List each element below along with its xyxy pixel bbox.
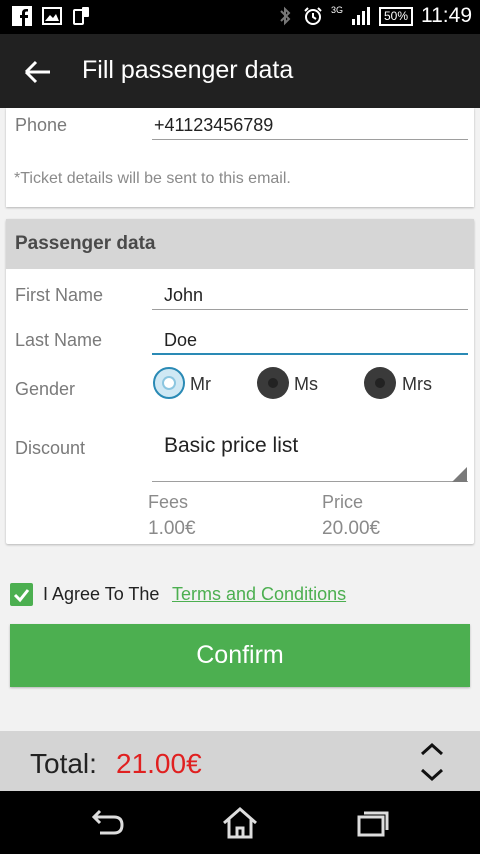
discount-select-underline xyxy=(152,481,468,482)
bluetooth-icon xyxy=(280,6,291,26)
network-type: 3G xyxy=(330,5,343,15)
confirm-button[interactable]: Confirm xyxy=(10,624,470,687)
gender-radio-mrs[interactable] xyxy=(364,367,396,399)
expand-collapse-button[interactable] xyxy=(410,740,454,784)
app-bar: Fill passenger data xyxy=(0,34,480,108)
image-icon xyxy=(42,7,62,25)
nav-recents-button[interactable] xyxy=(351,805,395,841)
price-label: Price xyxy=(322,492,364,512)
discount-select[interactable]: Basic price list xyxy=(164,434,298,458)
gender-radio-mr[interactable] xyxy=(153,367,185,399)
phone-sync-icon xyxy=(73,7,89,25)
total-bar: Total: 21.00€ xyxy=(0,731,480,791)
phone-field-underline xyxy=(152,139,468,140)
gender-label-mr: Mr xyxy=(190,374,211,394)
signal-icon xyxy=(351,7,370,25)
first-name-field[interactable]: John xyxy=(164,285,203,306)
first-name-underline xyxy=(152,309,468,310)
arrow-left-icon xyxy=(24,60,50,84)
back-button[interactable] xyxy=(18,54,58,90)
section-title: Passenger data xyxy=(15,233,156,254)
system-nav-bar xyxy=(0,791,480,854)
dropdown-triangle-icon xyxy=(452,467,467,482)
nav-back-button[interactable] xyxy=(86,805,130,841)
first-name-label: First Name xyxy=(15,285,104,305)
phone-label: Phone xyxy=(15,115,68,135)
last-name-field[interactable]: Doe xyxy=(164,330,197,351)
page-title: Fill passenger data xyxy=(82,56,294,84)
price-value: 20.00€ xyxy=(322,518,381,539)
gender-label-ms: Ms xyxy=(294,374,318,394)
facebook-icon xyxy=(12,6,32,26)
home-icon xyxy=(223,807,257,839)
gender-label-mrs: Mrs xyxy=(402,374,432,394)
gender-radio-ms[interactable] xyxy=(257,367,289,399)
terms-link[interactable]: Terms and Conditions xyxy=(172,584,346,605)
checkmark-icon xyxy=(13,589,30,603)
back-icon xyxy=(91,809,124,835)
fees-value: 1.00€ xyxy=(148,518,196,539)
battery-indicator: 50% xyxy=(378,6,413,26)
gender-label: Gender xyxy=(15,379,76,399)
clock: 11:49 xyxy=(421,4,472,27)
total-label: Total: xyxy=(30,748,97,779)
discount-label: Discount xyxy=(15,438,86,458)
alarm-icon xyxy=(304,7,322,25)
phone-field[interactable]: +41123456789 xyxy=(154,115,273,136)
email-hint: *Ticket details will be sent to this ema… xyxy=(14,170,291,187)
fees-label: Fees xyxy=(148,492,189,512)
last-name-label: Last Name xyxy=(15,330,103,350)
agree-text: I Agree To The xyxy=(43,584,160,604)
total-value: 21.00€ xyxy=(116,748,202,779)
section-header: Passenger data xyxy=(6,219,474,269)
last-name-underline xyxy=(152,353,468,355)
terms-checkbox[interactable] xyxy=(10,583,33,606)
nav-home-button[interactable] xyxy=(218,805,262,841)
status-bar: 3G 50% 11:49 xyxy=(0,0,480,34)
contact-card: Phone +41123456789 *Ticket details will … xyxy=(6,108,474,207)
unfold-icon xyxy=(420,742,444,782)
recents-icon xyxy=(357,811,389,837)
passenger-card: Passenger data First Name John Last Name… xyxy=(6,219,474,544)
